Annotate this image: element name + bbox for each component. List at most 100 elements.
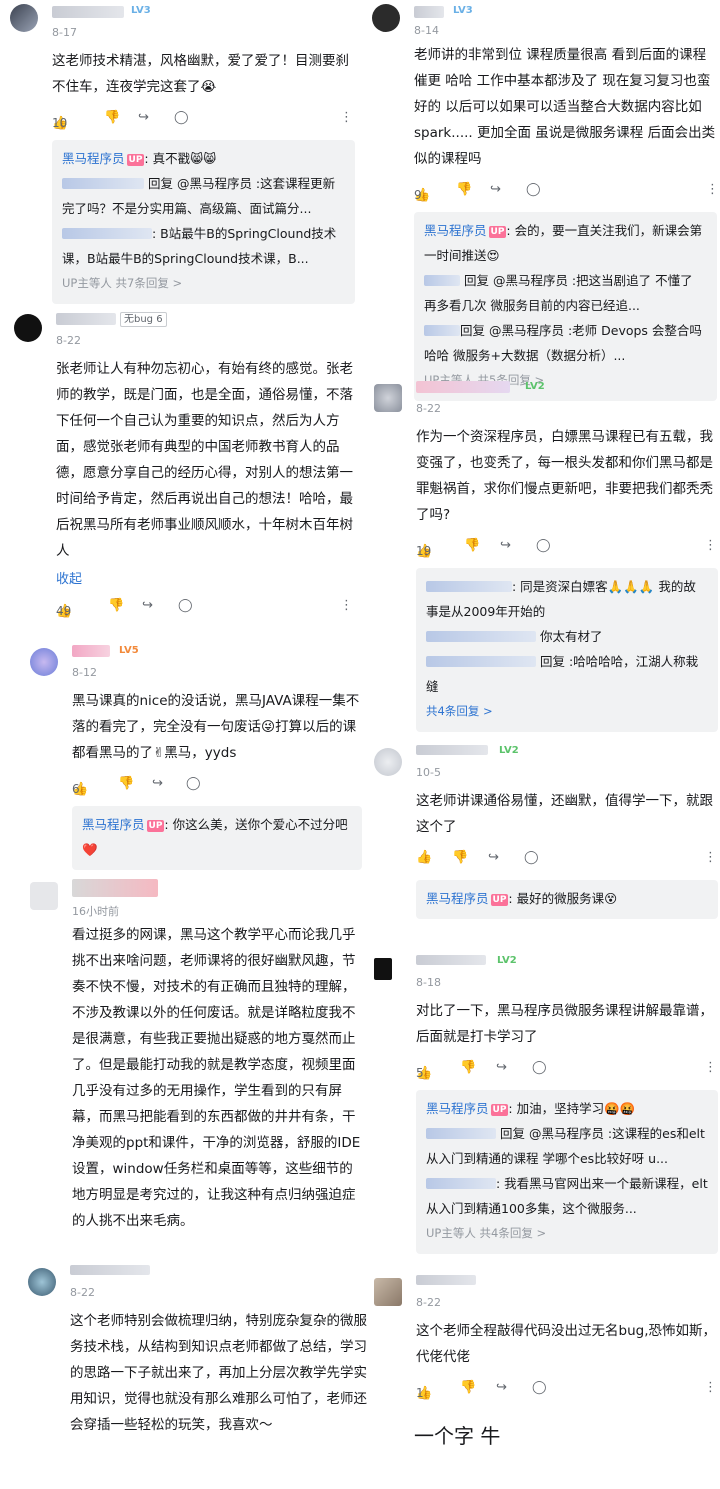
collapse-link[interactable]: 收起 (56, 568, 359, 592)
comment-card: 8-22 这个老师全程敲得代码没出过无名bug,恐怖如斯，代佬代佬 👍 1 👎 … (374, 1272, 718, 1404)
username-blurred[interactable] (70, 1265, 150, 1275)
avatar[interactable] (374, 748, 402, 776)
share-icon[interactable]: ↪ (500, 538, 511, 553)
reply-box: 黑马程序员 UP: 最好的微服务课😵 (416, 880, 718, 919)
avatar[interactable] (374, 1278, 402, 1306)
comment-text: 这老师技术精湛，风格幽默，爱了爱了！目测要刹不住车，连夜学完这套了😭 (52, 53, 349, 95)
username-blurred[interactable] (52, 6, 124, 18)
comment-date: 8-18 (416, 976, 441, 989)
username-blurred[interactable] (56, 313, 116, 325)
comment-icon[interactable]: ◯ (174, 110, 189, 125)
comment-date: 8-22 (416, 1296, 441, 1309)
reply-item: 黑马程序员 UP: 会的，要一直关注我们，新课会第一时间推送😍 (424, 223, 703, 263)
comment-text: 对比了一下，黑马程序员微服务课程讲解最靠谱，后面就是打卡学习了 (416, 1003, 713, 1045)
thumbs-down-icon[interactable]: 👎 (118, 776, 134, 791)
avatar[interactable] (374, 384, 402, 412)
username-blurred[interactable] (72, 645, 110, 657)
thumbs-down-icon[interactable]: 👎 (460, 1380, 476, 1395)
reply-box: 黑马程序员 UP: 你这么美，送你个爱心不过分吧❤️ (72, 806, 362, 870)
more-dots-icon[interactable]: ⋮ (704, 538, 717, 553)
comment-card: LV2 10-5 这老师讲课通俗易懂，还幽默，值得学一下，就跟这个了 👍 👎 ↪… (374, 742, 718, 919)
reply-item: 你太有材了 (426, 624, 708, 649)
username-blurred[interactable] (72, 879, 158, 897)
avatar[interactable] (30, 882, 58, 910)
reply-item: 回复 @黑马程序员 :这课程的es和elt从入门到精通的课程 学哪个es比较好呀… (426, 1126, 705, 1166)
comment-card: LV3 8-17 这老师技术精湛，风格幽默，爱了爱了！目测要刹不住车，连夜学完这… (10, 0, 355, 304)
share-icon[interactable]: ↪ (138, 110, 149, 125)
share-icon[interactable]: ↪ (152, 776, 163, 791)
comment-icon[interactable]: ◯ (526, 182, 541, 197)
comment-icon[interactable]: ◯ (532, 1380, 547, 1395)
reply-author[interactable]: 黑马程序员 (426, 1101, 489, 1116)
comment-actions: 👍 49 👎 ↪ ◯ ⋮ (56, 598, 353, 619)
thumbs-down-icon[interactable]: 👎 (452, 850, 468, 865)
comment-date: 8-22 (70, 1286, 95, 1299)
more-replies-link[interactable]: 共4条回复 > (426, 699, 708, 724)
thumbs-down-icon[interactable]: 👎 (460, 1060, 476, 1075)
reply-author[interactable]: 黑马程序员 (62, 151, 125, 166)
share-icon[interactable]: ↪ (490, 182, 501, 197)
avatar[interactable] (10, 4, 38, 32)
comment-card: LV3 8-14 老师讲的非常到位 课程质量很高 看到后面的课程 催更 哈哈 工… (372, 0, 719, 401)
reply-author[interactable]: 黑马程序员 (82, 817, 145, 832)
up-badge: UP (488, 226, 507, 238)
up-badge: UP (126, 154, 145, 166)
comment-text: 张老师让人有种勿忘初心，有始有终的感觉。张老师的教学，既是门面，也是全面，通俗易… (56, 361, 353, 559)
comment-actions: 👍 1 👎 ↪ ◯ ⋮ (416, 1380, 717, 1401)
thumbs-up-icon[interactable]: 👍 (416, 850, 432, 865)
avatar[interactable] (14, 314, 42, 342)
comment-icon[interactable]: ◯ (532, 1060, 547, 1075)
more-dots-icon[interactable]: ⋮ (704, 1060, 717, 1075)
comment-icon[interactable]: ◯ (524, 850, 539, 865)
comment-date: 8-12 (72, 666, 97, 679)
thumbs-down-icon[interactable]: 👎 (456, 182, 472, 197)
comment-date: 10-5 (416, 766, 441, 779)
avatar[interactable] (372, 4, 400, 32)
more-dots-icon[interactable]: ⋮ (340, 110, 353, 125)
more-replies-link[interactable]: UP主等人 共7条回复 > (62, 271, 345, 296)
username-blurred[interactable] (416, 745, 488, 755)
share-icon[interactable]: ↪ (496, 1060, 507, 1075)
comment-text: 作为一个资深程序员，白嫖黑马课程已有五载，我变强了，也变秃了，每一根头发都和你们… (416, 429, 713, 523)
share-icon[interactable]: ↪ (142, 598, 153, 613)
level-badge: LV3 (453, 5, 473, 16)
reply-item: : B站最牛B的SpringClound技术课，B站最牛B的SpringClou… (62, 226, 337, 266)
comment-icon[interactable]: ◯ (178, 598, 193, 613)
more-dots-icon[interactable]: ⋮ (340, 598, 353, 613)
username-blurred[interactable] (416, 381, 510, 393)
reply-item: 回复 @黑马程序员 :这套课程更新完了吗？不是分实用篇、高级篇、面试篇分... (62, 176, 336, 216)
avatar[interactable] (374, 958, 392, 980)
badge: 无bug 6 (120, 312, 167, 327)
avatar[interactable] (28, 1268, 56, 1296)
level-badge: LV3 (131, 5, 151, 16)
comment-icon[interactable]: ◯ (536, 538, 551, 553)
more-dots-icon[interactable]: ⋮ (704, 850, 717, 865)
more-replies-link[interactable]: UP主等人 共4条回复 > (426, 1221, 708, 1246)
thumbs-down-icon[interactable]: 👎 (108, 598, 124, 613)
reply-box: 黑马程序员 UP: 加油，坚持学习🤬🤬 回复 @黑马程序员 :这课程的es和elt… (416, 1090, 718, 1254)
share-icon[interactable]: ↪ (488, 850, 499, 865)
footer-caption: 一个字 牛 (414, 1424, 501, 1448)
reply-item: 黑马程序员 UP: 最好的微服务课😵 (426, 891, 618, 906)
comment-text: 这个老师全程敲得代码没出过无名bug,恐怖如斯，代佬代佬 (416, 1323, 716, 1365)
more-dots-icon[interactable]: ⋮ (704, 1380, 717, 1395)
comment-actions: 👍 19 👎 ↪ ◯ ⋮ (416, 538, 717, 559)
comment-card: 8-22 这个老师特别会做梳理归纳，特别庞杂复杂的微服务技术栈，从结构到知识点老… (28, 1262, 368, 1442)
comment-actions: 👍 6 👎 ↪ ◯ (72, 776, 201, 797)
username-blurred[interactable] (414, 6, 444, 18)
up-badge: UP (490, 894, 509, 906)
reply-author[interactable]: 黑马程序员 (426, 891, 489, 906)
comment-card: LV2 8-22 作为一个资深程序员，白嫖黑马课程已有五载，我变强了，也变秃了，… (374, 378, 718, 732)
thumbs-down-icon[interactable]: 👎 (104, 110, 120, 125)
comment-icon[interactable]: ◯ (186, 776, 201, 791)
avatar[interactable] (30, 648, 58, 676)
thumbs-down-icon[interactable]: 👎 (464, 538, 480, 553)
share-icon[interactable]: ↪ (496, 1380, 507, 1395)
more-dots-icon[interactable]: ⋮ (706, 182, 719, 197)
comment-card: 16小时前 看过挺多的网课，黑马这个教学平心而论我几乎挑不出来啥问题，老师课将的… (30, 876, 365, 1238)
reply-author[interactable]: 黑马程序员 (424, 223, 487, 238)
reply-item: : 我看黑马官网出来一个最新课程，elt从入门到精通100多集，这个微服务... (426, 1176, 708, 1216)
up-badge: UP (146, 820, 165, 832)
username-blurred[interactable] (416, 1275, 476, 1285)
username-blurred[interactable] (416, 955, 486, 965)
